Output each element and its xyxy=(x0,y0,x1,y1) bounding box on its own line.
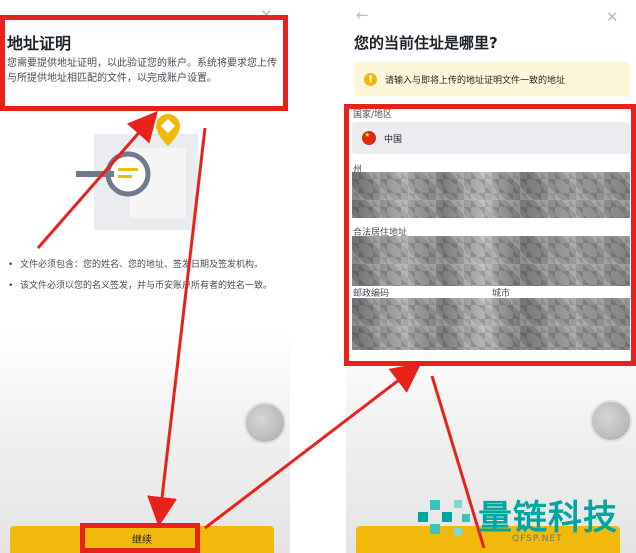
watermark: 量链科技 QFSP.NET xyxy=(416,490,634,550)
arrow-to-description xyxy=(36,110,158,249)
watermark-logo-icon xyxy=(418,500,470,536)
annotation-arrows xyxy=(36,110,486,549)
watermark-text: 量链科技 xyxy=(478,498,618,538)
arrow-to-address-form xyxy=(204,362,422,530)
watermark-url: QFSP.NET xyxy=(512,534,563,544)
arrow-to-continue xyxy=(147,127,207,527)
